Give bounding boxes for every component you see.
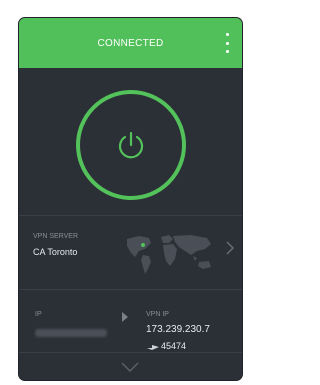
chevron-down-icon[interactable]: [121, 362, 139, 372]
ip-value-blurred: [35, 329, 107, 337]
chevron-right-icon[interactable]: [226, 241, 234, 255]
vpn-ip-value: 173.239.230.7: [146, 324, 210, 335]
power-button[interactable]: [76, 90, 186, 200]
vpn-server-label: VPN SERVER: [33, 233, 78, 240]
ip-label: IP: [35, 311, 42, 318]
vpn-ip-label: VPN IP: [146, 311, 169, 318]
ip-info-row: IP VPN IP 173.239.230.7 45474: [19, 290, 242, 352]
vpn-server-value: CA Toronto: [33, 247, 78, 257]
status-header: CONNECTED: [19, 18, 242, 68]
connection-status: CONNECTED: [97, 37, 164, 49]
divider: [19, 352, 242, 353]
vpn-app-card: CONNECTED VPN SERVER CA Toronto IP VPN I…: [19, 18, 242, 380]
port-value: 45474: [161, 341, 187, 351]
power-icon: [118, 131, 144, 159]
world-map-icon: [127, 235, 211, 274]
vpn-server-selector[interactable]: VPN SERVER CA Toronto: [19, 216, 242, 289]
arrow-right-icon: [122, 312, 128, 322]
port-forward-icon: [147, 345, 159, 350]
kebab-menu-icon[interactable]: [222, 33, 232, 53]
